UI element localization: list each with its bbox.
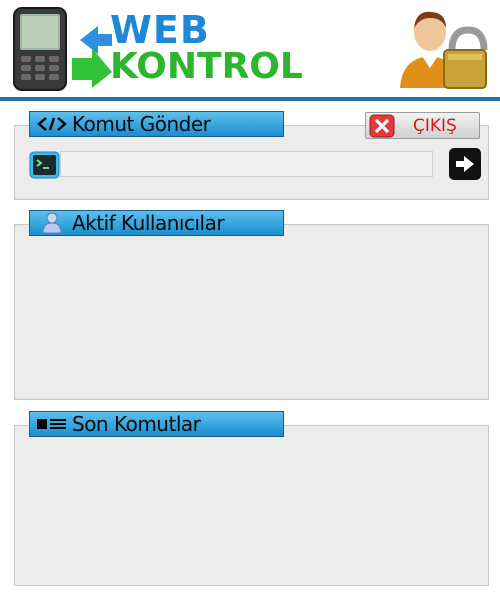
recent-commands-list (35, 446, 468, 575)
user-icon (34, 210, 70, 236)
command-input[interactable] (60, 151, 433, 177)
send-command-button[interactable] (449, 148, 481, 180)
recent-commands-panel-title: Son Komutlar (29, 411, 284, 437)
command-panel-title-label: Komut Gönder (72, 112, 211, 136)
active-users-list (35, 245, 468, 389)
exit-button[interactable]: ÇIKIŞ (365, 112, 480, 139)
logo-kontrol-text: KONTROL (110, 46, 303, 87)
user-lock-icon (400, 11, 488, 89)
active-users-panel (14, 224, 489, 400)
active-users-panel-title: Aktif Kullanıcılar (29, 210, 284, 236)
code-icon (34, 111, 70, 137)
recent-commands-panel (14, 425, 489, 586)
recent-commands-panel-title-label: Son Komutlar (72, 412, 201, 436)
command-panel-title: Komut Gönder (29, 111, 284, 137)
mobile-phone-icon (13, 7, 67, 91)
exit-button-label: ÇIKIŞ (413, 115, 457, 136)
terminal-icon (29, 151, 60, 179)
list-icon (34, 411, 70, 437)
header: WEB KONTROL (0, 0, 500, 96)
arrow-right-icon (456, 156, 474, 172)
logo-web-text: WEB (110, 8, 210, 52)
header-divider (0, 97, 500, 101)
sync-arrows-icon (72, 26, 112, 88)
close-icon (367, 112, 397, 139)
active-users-panel-title-label: Aktif Kullanıcılar (72, 211, 225, 235)
